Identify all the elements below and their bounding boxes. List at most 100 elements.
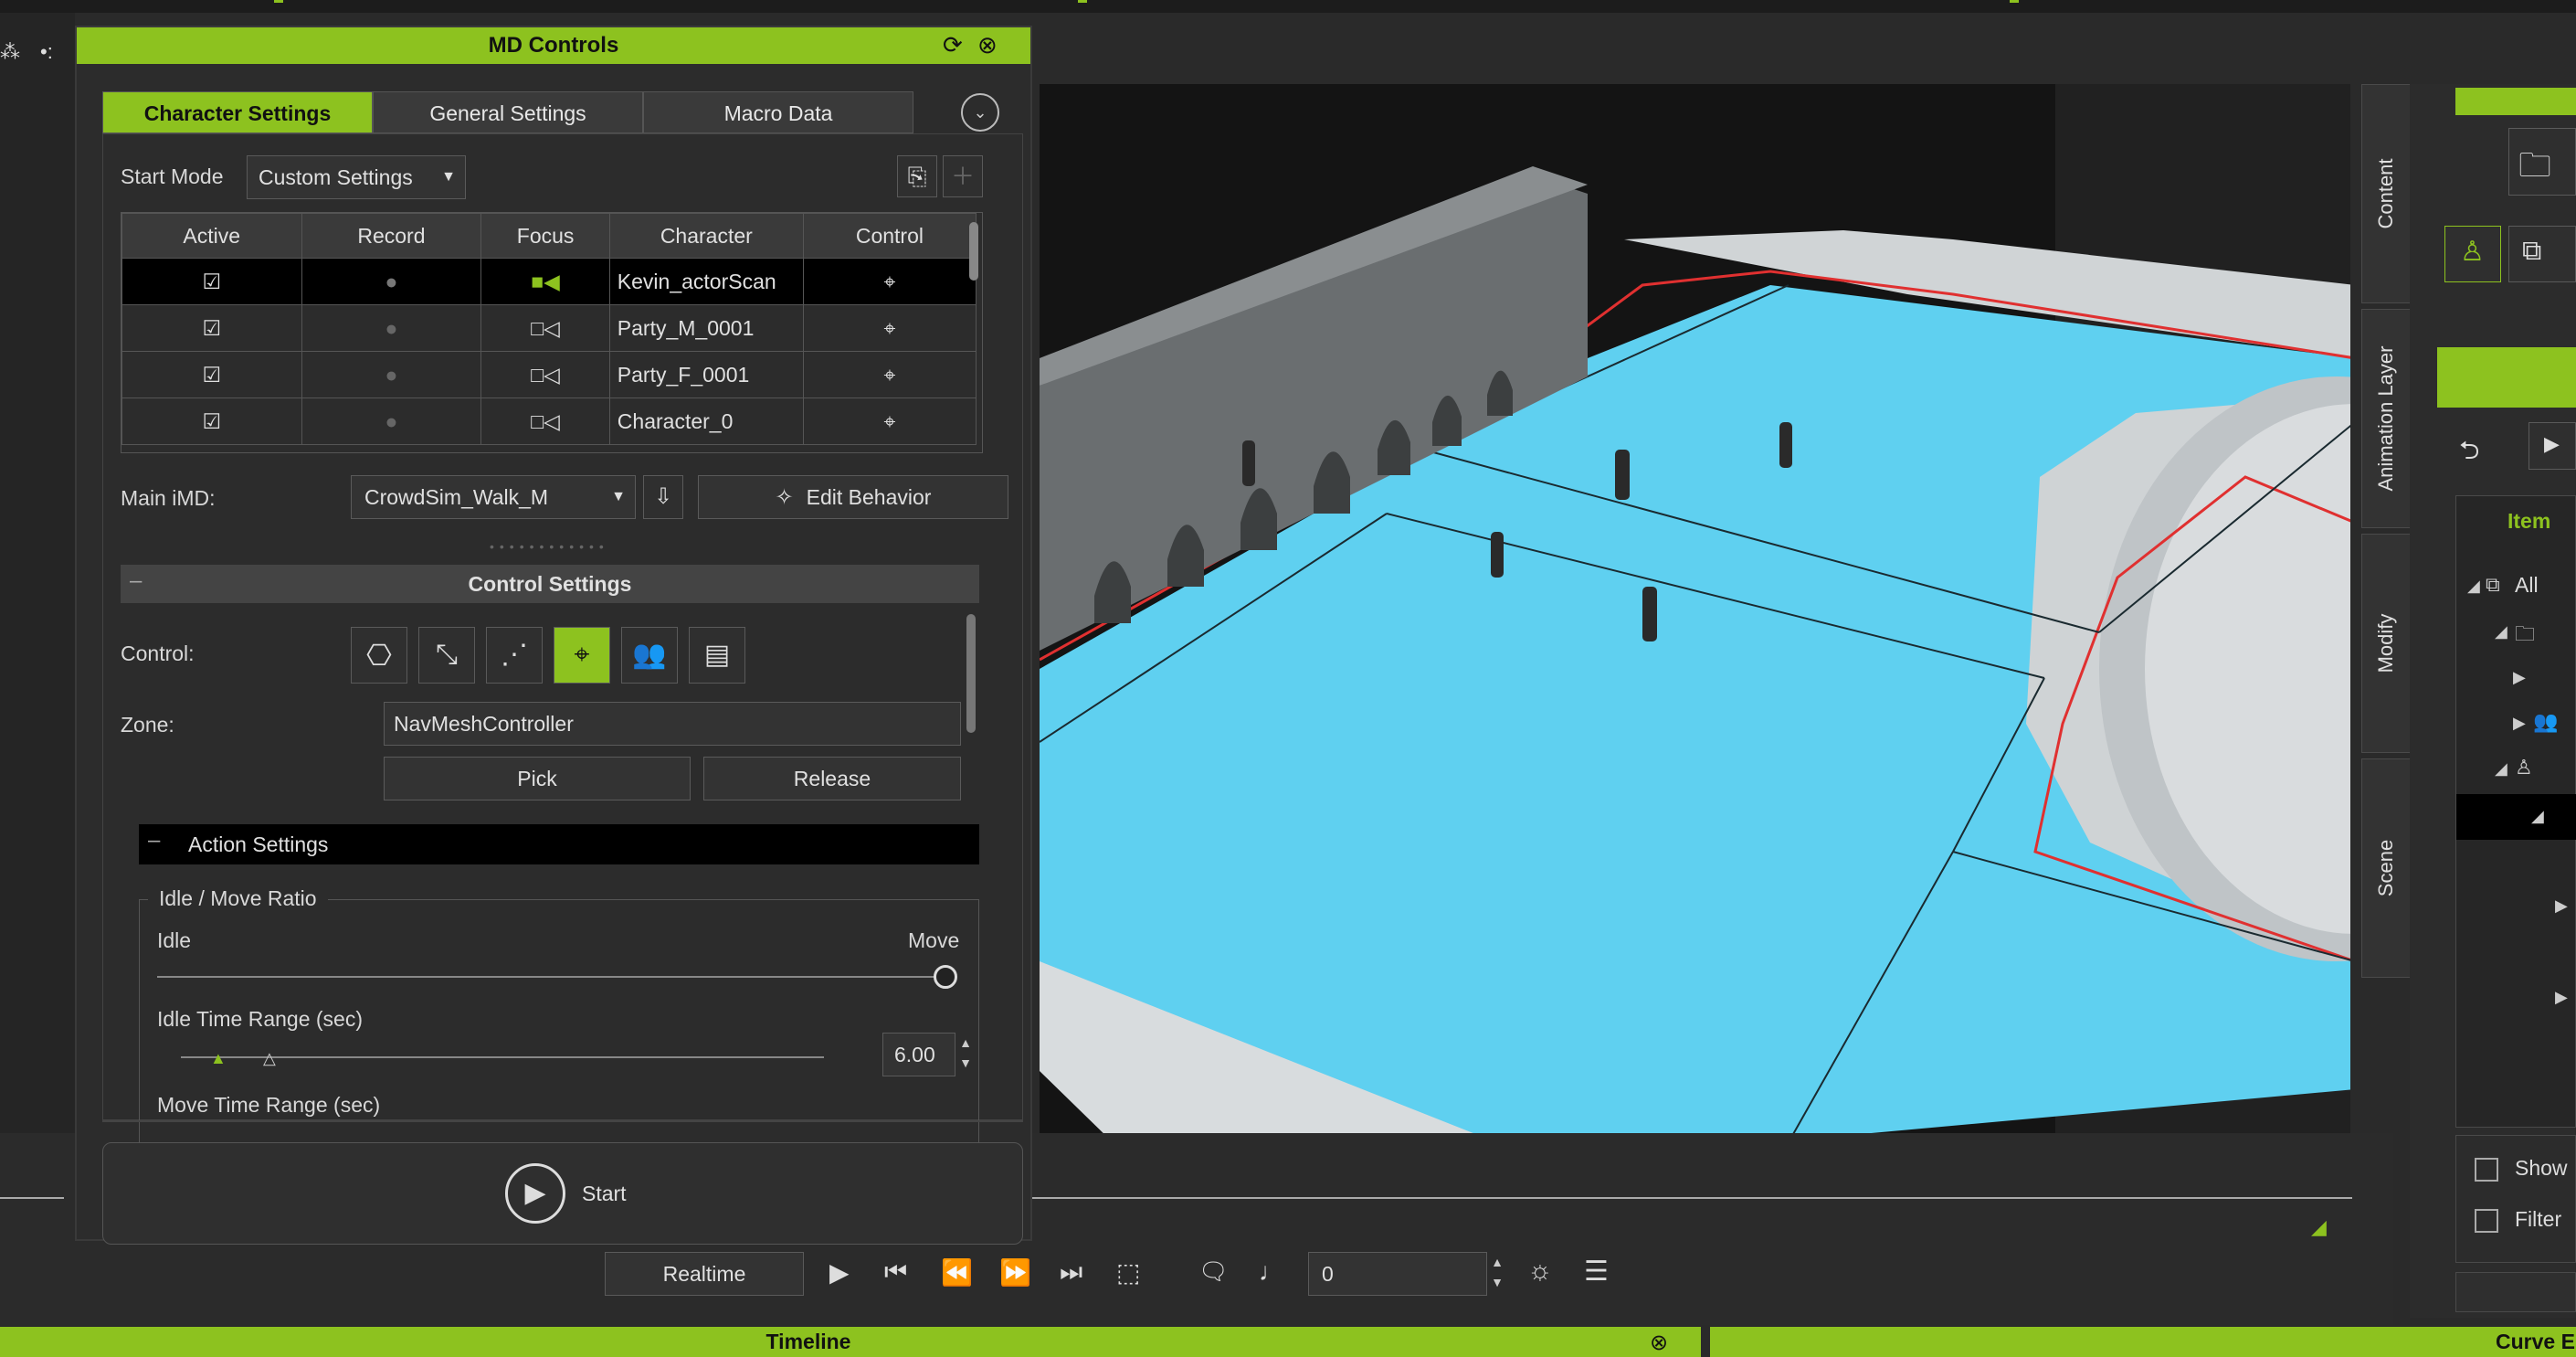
go-to-end-icon[interactable]: ⏭ — [1060, 1257, 1082, 1288]
character-name[interactable]: Party_M_0001 — [608, 304, 804, 352]
prop-button[interactable]: ⧉ — [2508, 226, 2576, 282]
tree-row-selected[interactable]: ◢ — [2456, 794, 2576, 840]
expand-icon[interactable]: ◢ — [2495, 622, 2507, 641]
idle-time-stepper[interactable]: ▲ ▼ — [955, 1033, 976, 1076]
collapsed-icon[interactable]: ▶ — [2513, 668, 2526, 687]
col-active[interactable]: Active — [121, 213, 302, 259]
3d-viewport[interactable] — [1040, 84, 2350, 1142]
active-checkbox[interactable]: ☑ — [121, 398, 302, 445]
record-dot-icon[interactable]: ● — [301, 304, 482, 352]
expand-icon[interactable]: ◢ — [2531, 807, 2544, 826]
timeline-end-marker-icon[interactable]: ◢ — [2311, 1215, 2327, 1239]
range-max-handle-icon[interactable]: △ — [263, 1049, 276, 1068]
camera-icon[interactable]: □◁ — [480, 304, 610, 352]
col-control[interactable]: Control — [802, 213, 977, 259]
tab-general-settings[interactable]: General Settings — [373, 91, 643, 133]
camera-icon[interactable]: □◁ — [480, 398, 610, 445]
play-small-button[interactable]: ▶ — [2528, 422, 2576, 470]
timeline-track[interactable] — [1032, 1197, 2352, 1199]
active-checkbox[interactable]: ☑ — [121, 304, 302, 352]
character-name[interactable]: Party_F_0001 — [608, 351, 804, 398]
timeline-header[interactable]: Timeline ⊗ — [0, 1327, 1701, 1357]
active-checkbox[interactable]: ☑ — [121, 351, 302, 398]
copy-icon[interactable]: ⎘ — [897, 155, 937, 197]
record-dot-icon[interactable]: ● — [301, 398, 482, 445]
tab-scene[interactable]: Scene — [2361, 758, 2411, 978]
import-icon[interactable]: ⇩ — [643, 475, 683, 519]
navmesh-icon[interactable]: ⌖ — [554, 627, 610, 684]
collapsed-icon[interactable]: ▶ — [2555, 988, 2568, 1007]
tree-footer-field[interactable] — [2455, 1272, 2576, 1312]
start-button[interactable]: ▶ Start — [102, 1142, 1023, 1245]
chevron-down-icon[interactable]: ⌄ — [961, 93, 999, 132]
show-checkbox[interactable] — [2475, 1158, 2498, 1182]
frame-stepper[interactable]: ▲ ▼ — [1487, 1252, 1507, 1296]
tab-animation-layer[interactable]: Animation Layer — [2361, 309, 2411, 528]
control-icon[interactable]: ⌖ — [802, 258, 977, 305]
main-imd-dropdown[interactable]: CrowdSim_Walk_M ▼ — [351, 475, 636, 519]
timeline-track[interactable] — [0, 1197, 64, 1199]
start-mode-dropdown[interactable]: Custom Settings ▼ — [247, 155, 466, 199]
path-icon[interactable]: ⤡ — [418, 627, 475, 684]
record-dot-icon[interactable]: ● — [301, 351, 482, 398]
comment-icon[interactable]: 🗨 — [1198, 1257, 1229, 1286]
camera-icon[interactable]: ■◀ — [480, 258, 610, 305]
close-icon[interactable]: ⊗ — [977, 31, 998, 59]
control-icon[interactable]: ⌖ — [802, 304, 977, 352]
table-row[interactable]: ☑ ● □◁ Party_F_0001 ⌖ — [121, 351, 977, 398]
frame-input[interactable]: 0 — [1308, 1252, 1487, 1296]
filter-checkbox[interactable] — [2475, 1209, 2498, 1233]
pick-button[interactable]: Pick — [384, 757, 691, 800]
undo-icon[interactable]: ⮌ — [2459, 431, 2479, 475]
idle-time-input[interactable]: 6.00 — [882, 1033, 955, 1076]
table-row[interactable]: ☑ ● □◁ Character_0 ⌖ — [121, 398, 977, 445]
tab-macro-data[interactable]: Macro Data — [643, 91, 913, 133]
go-to-start-icon[interactable]: ⏮ — [884, 1257, 907, 1288]
control-settings-header[interactable]: – Control Settings — [121, 565, 979, 603]
edit-behavior-button[interactable]: ✧ Edit Behavior — [698, 475, 1008, 519]
idle-move-slider[interactable] — [157, 976, 948, 978]
actor-button[interactable]: ♙ — [2444, 226, 2501, 282]
col-focus[interactable]: Focus — [480, 213, 610, 259]
idle-time-range-slider[interactable] — [181, 1056, 824, 1058]
character-name[interactable]: Kevin_actorScan — [608, 258, 804, 305]
character-name[interactable]: Character_0 — [608, 398, 804, 445]
collapsed-icon[interactable]: ▶ — [2555, 896, 2568, 916]
music-note-icon[interactable]: ♩ — [1259, 1257, 1284, 1287]
release-button[interactable]: Release — [703, 757, 961, 800]
realtime-button[interactable]: Realtime — [605, 1252, 804, 1296]
folder-button[interactable]: 🗀 — [2508, 128, 2576, 196]
table-scrollbar[interactable] — [969, 222, 978, 281]
tree-item-all[interactable]: All — [2515, 573, 2539, 598]
table-row[interactable]: ☑ ● ■◀ Kevin_actorScan ⌖ — [121, 258, 977, 305]
script-icon[interactable]: ▤ — [689, 627, 745, 684]
record-dot-icon[interactable]: ● — [301, 258, 482, 305]
close-icon[interactable]: ⊗ — [1650, 1330, 1668, 1356]
add-icon[interactable]: ＋ — [943, 155, 983, 197]
expand-icon[interactable]: ◢ — [2467, 577, 2480, 596]
zone-field[interactable]: NavMeshController — [384, 702, 961, 746]
tab-modify[interactable]: Modify — [2361, 534, 2411, 753]
play-icon[interactable]: ▶ — [829, 1257, 850, 1288]
curve-editor-header[interactable]: Curve E — [1710, 1327, 2576, 1357]
list-icon[interactable]: ☰ — [1584, 1256, 1609, 1288]
expand-icon[interactable]: ◢ — [2495, 759, 2507, 779]
loop-icon[interactable]: ⬚ — [1116, 1257, 1140, 1288]
tool-icon[interactable]: ⁂ — [0, 40, 20, 66]
fast-forward-icon[interactable]: ⏩ — [999, 1257, 1031, 1288]
waypoint-icon[interactable]: ⋰ — [486, 627, 543, 684]
gamepad-icon[interactable]: ⎔ — [351, 627, 407, 684]
tab-character-settings[interactable]: Character Settings — [102, 91, 373, 133]
control-icon[interactable]: ⌖ — [802, 398, 977, 445]
camera-icon[interactable]: □◁ — [480, 351, 610, 398]
active-checkbox[interactable]: ☑ — [121, 258, 302, 305]
control-icon[interactable]: ⌖ — [802, 351, 977, 398]
tab-content[interactable]: Content — [2361, 84, 2411, 303]
table-row[interactable]: ☑ ● □◁ Party_M_0001 ⌖ — [121, 304, 977, 352]
refresh-icon[interactable]: ⟳ — [943, 31, 963, 59]
crowd-icon[interactable]: 👥 — [621, 627, 678, 684]
rewind-icon[interactable]: ⏪ — [941, 1257, 973, 1288]
action-settings-header[interactable]: – Action Settings — [139, 824, 979, 864]
range-min-handle-icon[interactable]: ▲ — [210, 1049, 227, 1068]
tool-icon[interactable]: •: — [40, 40, 68, 66]
